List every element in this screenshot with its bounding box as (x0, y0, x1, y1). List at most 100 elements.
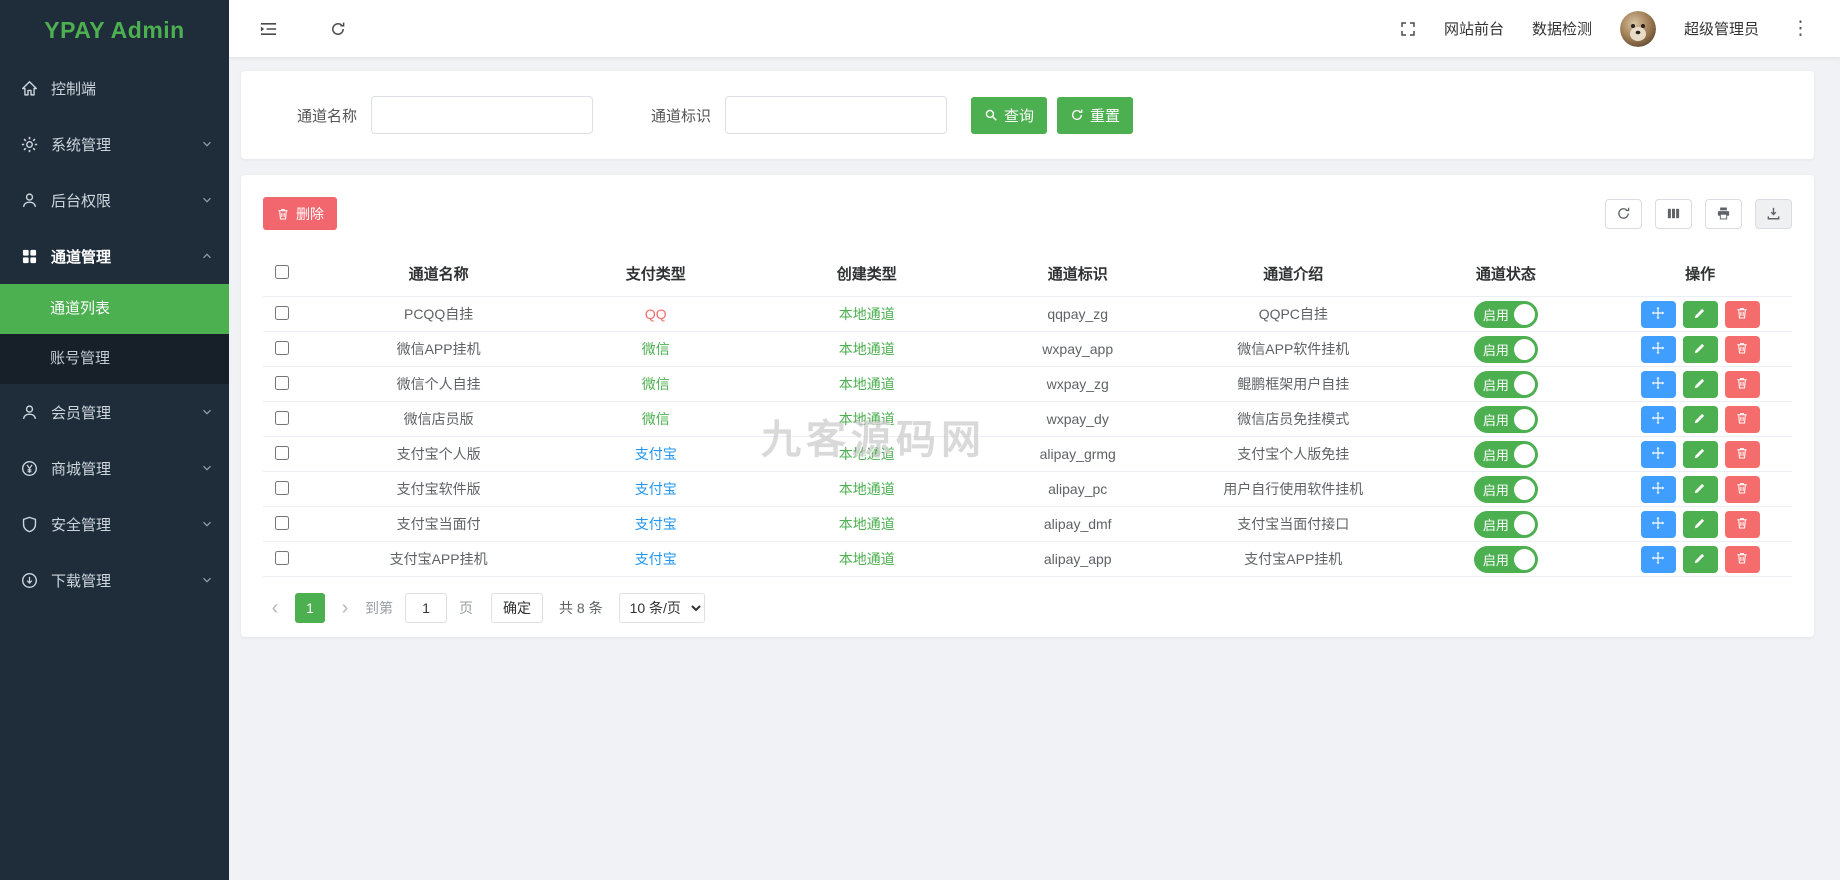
columns-button[interactable] (1655, 198, 1692, 229)
status-toggle[interactable]: 启用 (1473, 545, 1538, 573)
search-icon (984, 108, 998, 122)
row-checkbox[interactable] (275, 305, 289, 320)
refresh-page-icon[interactable] (330, 21, 346, 37)
cell-create-type: 本地通道 (761, 401, 973, 437)
status-toggle[interactable]: 启用 (1473, 510, 1538, 538)
sidebar-item-通道管理[interactable]: 通道管理 (0, 228, 229, 284)
cell-channel-code: alipay_dmf (972, 506, 1184, 542)
refresh-table-button[interactable] (1605, 198, 1642, 229)
status-toggle[interactable]: 启用 (1473, 370, 1538, 398)
export-button[interactable] (1755, 198, 1792, 229)
toggle-knob (1513, 338, 1535, 360)
edit-row-button[interactable] (1682, 335, 1718, 363)
status-toggle[interactable]: 启用 (1473, 405, 1538, 433)
delete-row-button[interactable] (1724, 440, 1760, 468)
sidebar-item-控制端[interactable]: 控制端 (0, 60, 229, 116)
nav-data-check[interactable]: 数据检测 (1532, 18, 1592, 39)
delete-row-button[interactable] (1724, 300, 1760, 328)
delete-row-button[interactable] (1724, 475, 1760, 503)
row-checkbox[interactable] (275, 410, 289, 425)
topbar-right: 网站前台 数据检测 超级管理员 ⋮ (1400, 10, 1814, 47)
edit-row-button[interactable] (1682, 370, 1718, 398)
delete-row-button[interactable] (1724, 545, 1760, 573)
row-checkbox[interactable] (275, 445, 289, 460)
move-row-button[interactable] (1640, 510, 1676, 538)
select-all-checkbox[interactable] (275, 264, 289, 279)
edit-row-button[interactable] (1682, 510, 1718, 538)
goto-page-input[interactable] (405, 593, 447, 623)
row-checkbox[interactable] (275, 480, 289, 495)
print-button[interactable] (1705, 198, 1742, 229)
edit-row-button[interactable] (1682, 300, 1718, 328)
channel-code-input[interactable] (725, 96, 948, 134)
trash-icon (276, 207, 290, 221)
sidebar-item-label: 安全管理 (51, 516, 112, 534)
shield-icon (20, 515, 38, 533)
channel-name-input[interactable] (371, 96, 594, 134)
per-page-select[interactable]: 10 条/页 (618, 593, 705, 623)
sidebar-item-后台权限[interactable]: 后台权限 (0, 172, 229, 228)
edit-icon (1693, 341, 1707, 358)
move-row-button[interactable] (1640, 300, 1676, 328)
move-row-button[interactable] (1640, 440, 1676, 468)
row-checkbox[interactable] (275, 340, 289, 355)
delete-row-button[interactable] (1724, 405, 1760, 433)
nav-site-frontend[interactable]: 网站前台 (1444, 18, 1504, 39)
status-toggle[interactable]: 启用 (1473, 475, 1538, 503)
move-row-button[interactable] (1640, 545, 1676, 573)
trash-icon (1735, 341, 1749, 358)
status-toggle[interactable]: 启用 (1473, 300, 1538, 328)
cell-pay-type: 微信 (550, 366, 762, 402)
status-label: 启用 (1482, 552, 1509, 568)
page-number-button[interactable]: 1 (295, 593, 325, 623)
more-menu-icon[interactable]: ⋮ (1787, 17, 1814, 40)
confirm-page-button[interactable]: 确定 (491, 593, 543, 623)
reset-button[interactable]: 重置 (1057, 96, 1134, 134)
edit-row-button[interactable] (1682, 475, 1718, 503)
move-row-button[interactable] (1640, 370, 1676, 398)
edit-row-button[interactable] (1682, 405, 1718, 433)
sidebar-subitem-账号管理[interactable]: 账号管理 (0, 334, 229, 384)
table-toolbar: 删除 (263, 197, 1792, 230)
move-row-button[interactable] (1640, 475, 1676, 503)
sidebar-subitem-通道列表[interactable]: 通道列表 (0, 284, 229, 334)
user-icon (20, 191, 38, 209)
status-toggle[interactable]: 启用 (1473, 335, 1538, 363)
move-row-button[interactable] (1640, 335, 1676, 363)
fullscreen-icon[interactable] (1400, 21, 1416, 37)
delete-button[interactable]: 删除 (263, 197, 337, 230)
status-toggle[interactable]: 启用 (1473, 440, 1538, 468)
sidebar-item-会员管理[interactable]: 会员管理 (0, 384, 229, 440)
next-page-button[interactable]: › (337, 597, 353, 620)
sidebar-item-系统管理[interactable]: 系统管理 (0, 116, 229, 172)
row-checkbox[interactable] (275, 375, 289, 390)
trash-icon (1735, 376, 1749, 393)
row-checkbox[interactable] (275, 550, 289, 565)
delete-row-button[interactable] (1724, 510, 1760, 538)
avatar[interactable] (1619, 10, 1656, 47)
chevron-down-icon (201, 518, 213, 530)
sidebar: YPAY Admin 控制端 系统管理 后台权限 通道管理 通道列表 账号管理 会员管理 商城… (0, 0, 229, 880)
sidebar-item-商城管理[interactable]: 商城管理 (0, 440, 229, 496)
toggle-knob (1513, 478, 1535, 500)
collapse-sidebar-icon[interactable] (259, 21, 278, 37)
row-checkbox[interactable] (275, 515, 289, 530)
delete-row-button[interactable] (1724, 370, 1760, 398)
cell-channel-name: 支付宝当面付 (327, 506, 551, 542)
cell-pay-type: 支付宝 (550, 506, 762, 542)
cell-create-type: 本地通道 (761, 506, 973, 542)
sidebar-item-下载管理[interactable]: 下载管理 (0, 552, 229, 608)
chevron-down-icon (201, 462, 213, 474)
query-button[interactable]: 查询 (971, 96, 1048, 134)
sidebar-item-安全管理[interactable]: 安全管理 (0, 496, 229, 552)
sidebar-nav: 控制端 系统管理 后台权限 通道管理 通道列表 账号管理 会员管理 商城管理安全管理下载管理 (0, 60, 229, 608)
delete-row-button[interactable] (1724, 335, 1760, 363)
move-icon (1651, 516, 1665, 533)
move-row-button[interactable] (1640, 405, 1676, 433)
sidebar-item-label: 下载管理 (51, 572, 112, 590)
prev-page-button[interactable]: ‹ (267, 597, 283, 620)
edit-row-button[interactable] (1682, 440, 1718, 468)
edit-row-button[interactable] (1682, 545, 1718, 573)
status-label: 启用 (1482, 307, 1509, 323)
column-header: 通道名称 (327, 254, 551, 297)
